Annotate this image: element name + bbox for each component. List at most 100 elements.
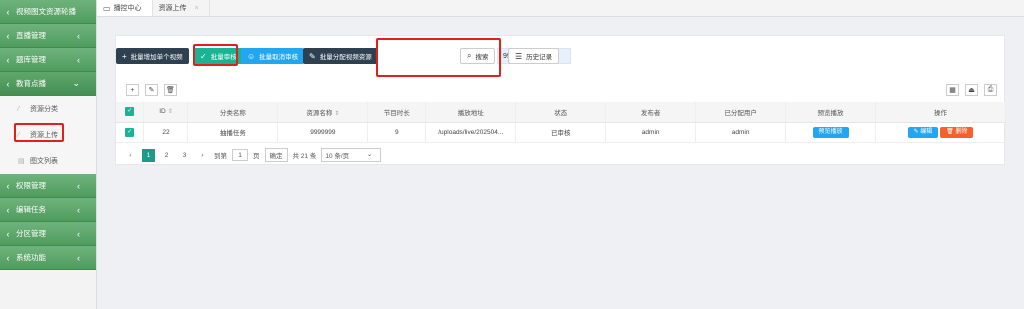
pencil-icon[interactable]: ✎ <box>145 84 158 96</box>
chevron-down-icon: ⌄ <box>72 78 80 88</box>
nav-label: 题库管理 <box>16 55 46 64</box>
checkbox-checked-icon: ✓ <box>125 127 135 137</box>
list-icon: ▤ <box>18 158 25 165</box>
chevron-left-icon: ‹ <box>6 54 10 65</box>
tab-label: 播控中心 <box>113 5 142 12</box>
header-preview: 预览播放 <box>785 102 876 123</box>
prev-page-icon[interactable]: ‹ <box>124 149 137 162</box>
print-icon[interactable]: ⎙ <box>984 84 997 96</box>
batch-cancel-review-button[interactable]: ☺ 批量取消审核 <box>241 48 305 64</box>
sidebar-item-label: 资源分类 <box>30 106 58 113</box>
header-label: 节目时长 <box>383 109 410 117</box>
button-label: 编辑 <box>920 128 933 135</box>
header-name[interactable]: 资源名称 ⇕ <box>277 102 369 123</box>
cell-preview: 预览播放 <box>785 122 876 143</box>
dot-icon: ⁄ <box>18 105 20 113</box>
table-row: ✓ 22 抽播任务 9999999 9 /uploads/live/202504… <box>116 122 1006 143</box>
sidebar-item-article-list[interactable]: ▤ 图文列表 <box>0 148 96 174</box>
header-label: 播放地址 <box>457 109 484 117</box>
cell-status: 已审核 <box>515 122 607 143</box>
tab-label: 资源上传 <box>158 5 187 12</box>
header-id[interactable]: ID ⇕ <box>143 102 189 123</box>
nav-label: 系统功能 <box>16 253 46 262</box>
table-header-row: ✓ ID ⇕ 分类名称 资源名称 ⇕ 节目时长 播放地址 状态 发布者 已分配用户 … <box>116 102 1006 123</box>
row-checkbox[interactable]: ✓ <box>116 122 145 143</box>
tab-resource-upload[interactable]: 资源上传 × <box>153 0 210 16</box>
sidebar-item-resource-category[interactable]: ⁄ 资源分类 <box>0 96 96 122</box>
header-label: 操作 <box>934 109 947 117</box>
plus-icon: + <box>122 51 127 61</box>
page-input[interactable]: 1 <box>232 149 248 161</box>
page-unit: 页 <box>253 153 260 160</box>
next-page-icon[interactable]: › <box>196 149 209 162</box>
goto-label: 到第 <box>214 153 227 160</box>
sidebar: ‹ 视频图文资源轮播 ‹ 直播管理 ‹ ‹ 题库管理 ‹ ‹ 教育点播 ⌄ ⁄ 资源分类 ⁄ 资源… <box>0 0 97 309</box>
nav-label: 编辑任务 <box>16 205 46 214</box>
page-size-select[interactable]: 10 条/页 ⌄ <box>321 148 382 162</box>
confirm-button[interactable]: 确定 <box>264 148 288 162</box>
batch-add-button[interactable]: + 批量增加单个视频 <box>116 48 189 64</box>
tab-control-center[interactable]: ▭ 播控中心 <box>97 0 153 16</box>
smile-icon: ☺ <box>247 51 256 61</box>
chevron-left-icon: ‹ <box>6 30 10 41</box>
header-label: 预览播放 <box>817 109 844 117</box>
header-label: 发布者 <box>640 109 661 117</box>
columns-icon[interactable]: ▦ <box>946 84 959 96</box>
nav-group-permissions[interactable]: ‹ 权限管理 ‹ <box>0 174 96 198</box>
nav-group-live[interactable]: ‹ 直播管理 ‹ <box>0 24 96 48</box>
batch-assign-button[interactable]: ✎ 批量分配视频资源 <box>303 48 378 64</box>
button-label: 批量分配视频资源 <box>319 54 372 61</box>
nav-label: 权限管理 <box>16 181 46 190</box>
nav-group-zones[interactable]: ‹ 分区管理 ‹ <box>0 222 96 246</box>
cell-actions: ✎ 编辑 🗑 删除 <box>875 122 1006 143</box>
checkbox-checked-icon: ✓ <box>125 107 135 117</box>
header-duration: 节目时长 <box>367 102 427 123</box>
chevron-down-icon: ‹ <box>6 78 10 89</box>
sort-icon: ⇕ <box>334 110 340 117</box>
edit-button[interactable]: ✎ 编辑 <box>907 126 939 138</box>
nav-group-edit-tasks[interactable]: ‹ 编辑任务 ‹ <box>0 198 96 222</box>
header-category: 分类名称 <box>187 102 279 123</box>
cell-assigned: admin <box>695 122 787 143</box>
header-label: 状态 <box>554 109 568 117</box>
preview-button[interactable]: 预览播放 <box>812 126 849 138</box>
cell-publisher: admin <box>605 122 697 143</box>
page-1[interactable]: 1 <box>142 148 155 162</box>
header-label: 分类名称 <box>219 109 246 117</box>
header-assigned: 已分配用户 <box>695 102 787 123</box>
button-label: 历史记录 <box>526 54 553 61</box>
chevron-down-icon: ⌄ <box>366 151 373 158</box>
nav-group-system[interactable]: ‹ 系统功能 ‹ <box>0 246 96 270</box>
header-label: ID <box>159 108 166 116</box>
history-button[interactable]: ☰ 历史记录 <box>508 48 560 64</box>
nav-label: 直播管理 <box>16 31 46 40</box>
close-icon[interactable]: × <box>195 5 199 12</box>
nav-group-education-vod[interactable]: ‹ 教育点播 ⌄ <box>0 72 96 96</box>
button-label: 批量增加单个视频 <box>130 54 183 61</box>
page-2[interactable]: 2 <box>160 149 173 162</box>
nav-group-carousel[interactable]: ‹ 视频图文资源轮播 <box>0 0 96 24</box>
cell-url: /uploads/live/202504... <box>425 122 517 143</box>
nav-group-question-bank[interactable]: ‹ 题库管理 ‹ <box>0 48 96 72</box>
history-icon: ☰ <box>515 51 523 61</box>
page-3[interactable]: 3 <box>178 149 191 162</box>
trash-icon[interactable]: 🗑 <box>164 84 177 96</box>
export-icon[interactable]: ⏏ <box>965 84 978 96</box>
chevron-left-icon: ‹ <box>6 252 10 263</box>
edit-icon: ✎ <box>309 51 316 61</box>
delete-button[interactable]: 🗑 删除 <box>940 126 974 138</box>
header-url: 播放地址 <box>425 102 517 123</box>
header-label: 已分配用户 <box>724 109 757 117</box>
chevron-left-icon: ‹ <box>77 180 80 191</box>
header-publisher: 发布者 <box>605 102 697 123</box>
add-icon[interactable]: + <box>126 84 139 96</box>
chevron-left-icon: ‹ <box>6 180 10 191</box>
highlight-box <box>193 44 238 66</box>
tab-bar: ▭ 播控中心 资源上传 × <box>97 0 1024 17</box>
header-checkbox[interactable]: ✓ <box>116 102 145 123</box>
nav-label: 视频图文资源轮播 <box>16 7 76 16</box>
cell-name: 9999999 <box>277 122 369 143</box>
highlight-box <box>376 38 501 77</box>
pagination: ‹ 1 2 3 › 到第 1 页 确定 共 21 条 10 条/页 ⌄ <box>124 148 386 162</box>
chevron-left-icon: ‹ <box>77 54 80 65</box>
